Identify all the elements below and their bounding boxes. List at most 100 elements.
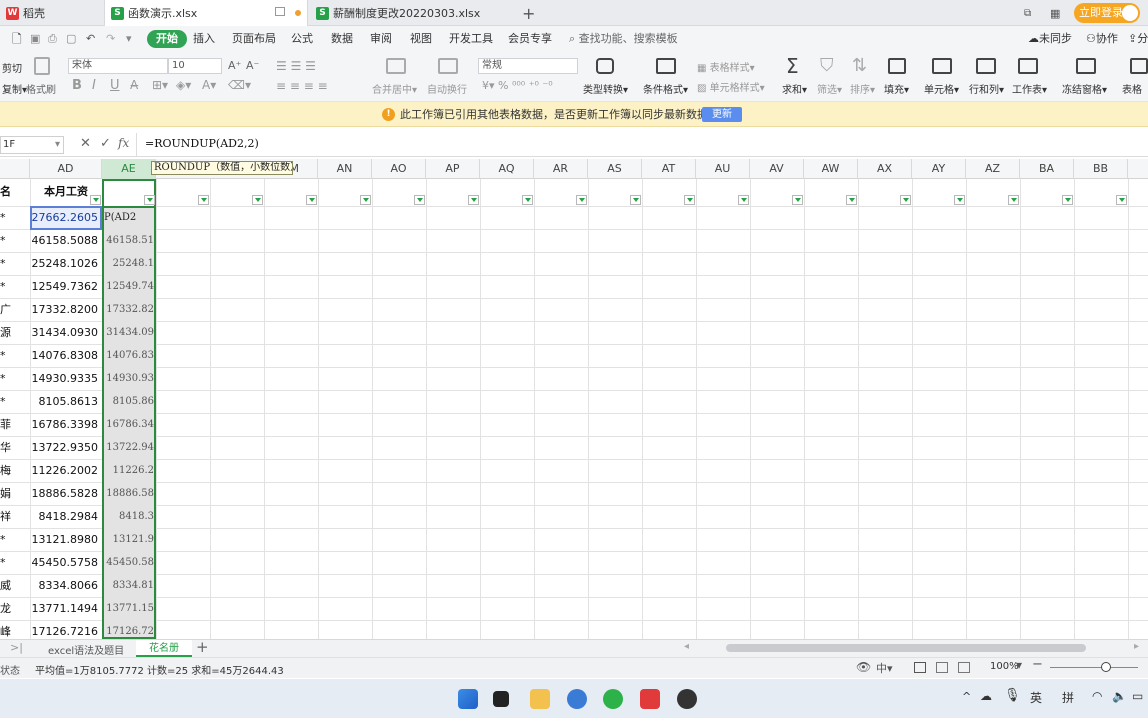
currency-percent-icons[interactable]: ¥▾ % ⁰⁰⁰ ⁺⁰ ⁻⁰ <box>482 79 553 92</box>
column-header-selected[interactable]: AE <box>102 159 156 179</box>
menu-member[interactable]: 会员专享 <box>508 26 552 52</box>
rounded-cell[interactable]: 17332.82 <box>104 299 154 321</box>
column-header[interactable]: AY <box>912 159 966 179</box>
filter-dropdown-icon[interactable] <box>468 195 479 205</box>
name-cell[interactable]: 峰 <box>0 621 30 639</box>
tab-function-demo[interactable]: S 函数演示.xlsx <box>104 0 308 26</box>
filter-dropdown-icon[interactable] <box>198 195 209 205</box>
merge-button[interactable]: 合并居中▾ <box>372 81 417 96</box>
share-button[interactable]: ⇪分 <box>1128 26 1148 52</box>
align-left-icon[interactable]: ≡ ≡ ≡ ≡ <box>276 79 328 93</box>
tab-salary-policy[interactable]: S 薪酬制度更改20220303.xlsx <box>310 0 516 26</box>
rounded-cell[interactable]: 8334.81 <box>104 575 154 597</box>
sheet-tab-active[interactable]: 花名册 <box>136 640 192 657</box>
decrease-font-icon[interactable]: A⁻ <box>246 59 259 72</box>
zoom-out-icon[interactable]: − <box>1032 657 1043 672</box>
menu-formulas[interactable]: 公式 <box>291 26 313 52</box>
cancel-icon[interactable]: ✕ <box>80 136 91 151</box>
menu-developer[interactable]: 开发工具 <box>449 26 493 52</box>
table-tools-button[interactable]: 表格 <box>1122 81 1142 96</box>
name-cell[interactable]: * <box>0 391 30 413</box>
salary-cell[interactable]: 45450.5758 <box>30 552 98 574</box>
cut-button[interactable]: 剪切 <box>2 60 22 75</box>
rounded-cell[interactable]: 13771.15 <box>104 598 154 620</box>
freeze-button[interactable]: 冻结窗格▾ <box>1062 81 1107 96</box>
sync-status[interactable]: ☁未同步 <box>1028 26 1072 52</box>
salary-cell[interactable]: 17332.8200 <box>30 299 98 321</box>
file-explorer-icon[interactable] <box>530 689 550 709</box>
ime-english[interactable]: 英 <box>1030 689 1042 706</box>
align-top-icon[interactable]: ☰ ☰ ☰ <box>276 59 316 73</box>
filter-dropdown-icon[interactable] <box>684 195 695 205</box>
rounded-cell[interactable]: 8418.3 <box>104 506 154 528</box>
filter-dropdown-icon[interactable] <box>954 195 965 205</box>
redo-icon[interactable]: ↷ <box>106 26 115 52</box>
rounded-cell[interactable]: 17126.72 <box>104 621 154 639</box>
recorder-icon[interactable] <box>677 689 697 709</box>
apps-grid-icon[interactable]: ▦ <box>1050 0 1060 26</box>
menu-data[interactable]: 数据 <box>331 26 353 52</box>
increase-font-icon[interactable]: A⁺ <box>228 59 241 72</box>
column-header[interactable]: AV <box>750 159 804 179</box>
font-size-select[interactable]: 10 <box>168 58 222 74</box>
menu-start[interactable]: 开始 <box>147 30 187 48</box>
editing-cell[interactable]: P(AD2 <box>104 207 154 229</box>
scroll-right-icon[interactable]: ▸ <box>1134 641 1139 652</box>
eye-protect-icon[interactable]: 👁 <box>856 660 871 674</box>
formula-input[interactable]: =ROUNDUP(AD2,2) <box>136 133 1148 157</box>
rounded-cell[interactable]: 14930.93 <box>104 368 154 390</box>
filter-dropdown-icon[interactable] <box>414 195 425 205</box>
cell-style-button[interactable]: ▨ 单元格样式▾ <box>697 79 765 94</box>
worksheet-button[interactable]: 工作表▾ <box>1012 81 1047 96</box>
salary-cell[interactable]: 8105.8613 <box>30 391 99 413</box>
salary-cell[interactable]: 16786.3398 <box>30 414 98 436</box>
battery-icon[interactable]: ▭ <box>1132 689 1143 703</box>
rounded-cell[interactable]: 13722.94 <box>104 437 154 459</box>
column-header[interactable]: AQ <box>480 159 534 179</box>
salary-cell[interactable]: 8418.2984 <box>30 506 99 528</box>
bold-icon[interactable]: B <box>72 78 82 93</box>
confirm-icon[interactable]: ✓ <box>100 136 111 151</box>
file-menu-icon[interactable]: 🗋 <box>12 26 22 52</box>
salary-cell[interactable]: 8334.8066 <box>30 575 99 597</box>
cond-format-button[interactable]: 条件格式▾ <box>643 81 688 96</box>
name-cell[interactable]: 源 <box>0 322 30 344</box>
salary-cell[interactable]: 17126.7216 <box>30 621 98 639</box>
zoom-dropdown-icon[interactable]: ▾ <box>1016 658 1022 672</box>
column-header[interactable]: AP <box>426 159 480 179</box>
rounded-cell[interactable]: 16786.34 <box>104 414 154 436</box>
column-header[interactable]: AO <box>372 159 426 179</box>
column-header[interactable]: BB <box>1074 159 1128 179</box>
format-painter-button[interactable]: 格式刷 <box>26 81 56 96</box>
column-header-partial[interactable] <box>0 159 30 179</box>
column-header[interactable]: AR <box>534 159 588 179</box>
column-header[interactable]: AX <box>858 159 912 179</box>
filter-button[interactable]: 筛选▾ <box>817 81 842 96</box>
spreadsheet-grid[interactable]: 名 本月工资 * 27662.2605 P(AD2 * 46158.5088 4… <box>0 179 1148 639</box>
name-cell[interactable]: 祥 <box>0 506 30 528</box>
name-cell[interactable]: * <box>0 276 30 298</box>
fill-button[interactable]: 填充▾ <box>884 81 909 96</box>
rounded-cell[interactable]: 12549.74 <box>104 276 154 298</box>
page-layout-view-icon[interactable] <box>936 662 948 673</box>
name-cell[interactable]: * <box>0 345 30 367</box>
name-cell[interactable]: * <box>0 529 30 551</box>
filter-dropdown-icon[interactable] <box>252 195 263 205</box>
sheet-tab[interactable]: excel语法及题目 <box>48 642 124 657</box>
layout-2-icon[interactable]: ⧉ <box>1024 0 1031 26</box>
filter-dropdown-icon[interactable] <box>576 195 587 205</box>
add-sheet-icon[interactable]: + <box>196 638 209 656</box>
fill-color-icon[interactable]: ◈▾ <box>176 78 191 92</box>
filter-dropdown-icon[interactable] <box>90 195 101 205</box>
search-box[interactable]: ⌕ 查找功能、搜索模板 <box>569 26 678 52</box>
wrap-button[interactable]: 自动换行 <box>427 81 467 96</box>
name-cell[interactable]: * <box>0 253 30 275</box>
update-button[interactable]: 更新 <box>702 107 742 122</box>
undo-icon[interactable]: ↶ <box>86 26 95 52</box>
menu-review[interactable]: 审阅 <box>370 26 392 52</box>
zoom-level[interactable]: 100% <box>990 661 1019 672</box>
border-icon[interactable]: ⊞▾ <box>152 78 168 92</box>
rounded-cell[interactable]: 13121.9 <box>104 529 154 551</box>
name-cell[interactable]: * <box>0 368 30 390</box>
font-color-icon[interactable]: A▾ <box>202 78 216 92</box>
